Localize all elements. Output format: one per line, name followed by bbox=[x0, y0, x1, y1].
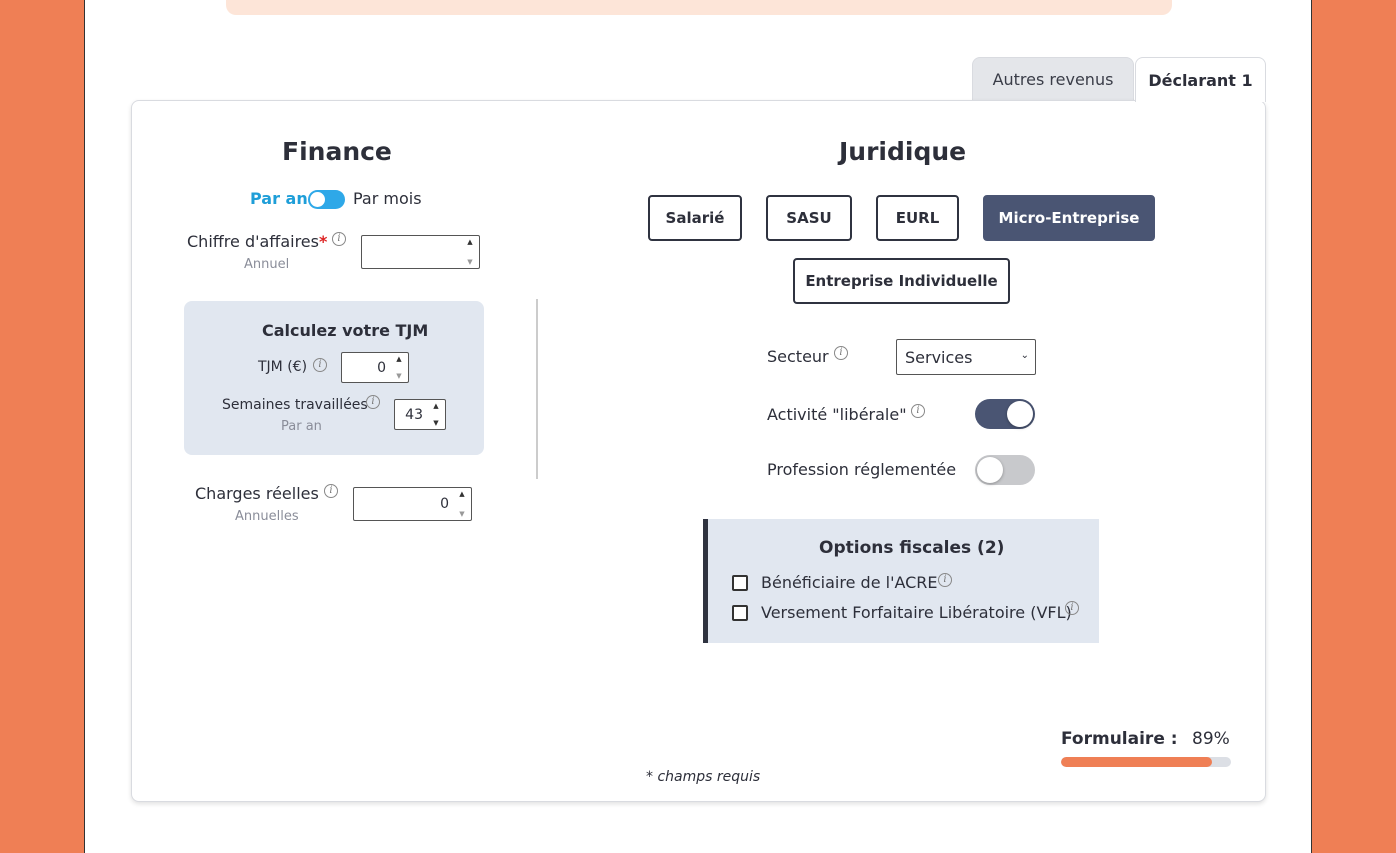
info-icon[interactable]: i bbox=[938, 573, 952, 587]
ca-label-text: Chiffre d'affaires bbox=[187, 232, 319, 251]
period-month-label[interactable]: Par mois bbox=[353, 189, 422, 208]
info-icon[interactable]: i bbox=[366, 395, 380, 409]
toggle-knob bbox=[310, 192, 325, 207]
sasu-button[interactable]: SASU bbox=[766, 195, 852, 241]
info-icon[interactable]: i bbox=[324, 484, 338, 498]
weeks-sub-label: Par an bbox=[281, 419, 322, 434]
vfl-label[interactable]: Versement Forfaitaire Libératoire (VFL) bbox=[761, 603, 1072, 622]
column-divider bbox=[536, 299, 538, 479]
fiscal-options-title: Options fiscales (2) bbox=[819, 538, 1005, 558]
form-progress-percent: 89% bbox=[1192, 729, 1230, 749]
weeks-label: Semaines travaillées bbox=[222, 397, 368, 413]
info-icon[interactable]: i bbox=[911, 404, 925, 418]
tjm-input[interactable]: 0 ▲ ▼ bbox=[341, 352, 409, 383]
secteur-label: Secteur bbox=[767, 347, 829, 366]
tjm-value: 0 bbox=[377, 359, 386, 376]
charges-input[interactable]: 0 ▲ ▼ bbox=[353, 487, 472, 521]
form-progress-label: Formulaire : bbox=[1061, 729, 1178, 749]
secteur-select[interactable]: Services ⌄ bbox=[896, 339, 1036, 375]
chevron-down-icon: ⌄ bbox=[1020, 350, 1029, 361]
required-mark: * bbox=[318, 232, 328, 251]
salarie-button[interactable]: Salarié bbox=[648, 195, 742, 241]
charges-value: 0 bbox=[440, 496, 449, 512]
liberale-label: Activité "libérale" bbox=[767, 405, 907, 424]
period-toggle[interactable] bbox=[308, 190, 345, 209]
reglementee-toggle[interactable] bbox=[975, 455, 1035, 485]
toggle-knob bbox=[977, 457, 1003, 483]
required-note: * champs requis bbox=[646, 769, 761, 785]
info-icon[interactable]: i bbox=[834, 346, 848, 360]
tjm-box-title: Calculez votre TJM bbox=[262, 321, 429, 340]
ca-sub-label: Annuel bbox=[244, 257, 290, 272]
info-icon[interactable]: i bbox=[332, 232, 346, 246]
charges-sub-label: Annuelles bbox=[235, 509, 299, 524]
tjm-calculator: Calculez votre TJM TJM (€) i 0 ▲ ▼ Semaine… bbox=[184, 301, 484, 455]
fiscal-options-box: Options fiscales (2) Bénéficiaire de l'A… bbox=[703, 519, 1099, 643]
period-year-label[interactable]: Par an bbox=[250, 189, 308, 208]
info-icon[interactable]: i bbox=[313, 358, 327, 372]
toggle-knob bbox=[1007, 401, 1033, 427]
liberale-toggle[interactable] bbox=[975, 399, 1035, 429]
spinner-arrows-icon[interactable]: ▲ ▼ bbox=[394, 355, 404, 380]
juridique-title: Juridique bbox=[839, 137, 967, 166]
tjm-label: TJM (€) bbox=[258, 359, 308, 375]
spinner-arrows-icon[interactable]: ▲ ▼ bbox=[431, 402, 441, 427]
eurl-button[interactable]: EURL bbox=[876, 195, 959, 241]
info-icon[interactable]: i bbox=[1065, 601, 1079, 615]
secteur-value: Services bbox=[905, 347, 973, 367]
finance-title: Finance bbox=[282, 137, 392, 166]
top-banner bbox=[226, 0, 1172, 15]
reglementee-label: Profession réglementée bbox=[767, 460, 957, 479]
form-progress-fill bbox=[1061, 757, 1213, 767]
form-card: Finance Par an Par mois Chiffre d'affair… bbox=[131, 100, 1266, 802]
weeks-input[interactable]: 43 ▲ ▼ bbox=[394, 399, 446, 430]
tab-declarant-1[interactable]: Déclarant 1 bbox=[1135, 57, 1266, 102]
entreprise-individuelle-button[interactable]: Entreprise Individuelle bbox=[793, 258, 1010, 304]
weeks-value: 43 bbox=[405, 406, 423, 423]
acre-label[interactable]: Bénéficiaire de l'ACRE bbox=[761, 573, 938, 592]
ca-input[interactable]: ▲ ▼ bbox=[361, 235, 480, 269]
ca-label: Chiffre d'affaires* bbox=[187, 232, 327, 251]
micro-entreprise-button[interactable]: Micro-Entreprise bbox=[983, 195, 1155, 241]
vfl-checkbox[interactable] bbox=[732, 605, 748, 621]
spinner-arrows-icon[interactable]: ▲ ▼ bbox=[457, 490, 467, 518]
charges-label: Charges réelles bbox=[195, 484, 319, 503]
page: Autres revenus Déclarant 1 Finance Par a… bbox=[84, 0, 1312, 853]
spinner-arrows-icon[interactable]: ▲ ▼ bbox=[465, 238, 475, 266]
tab-autres-revenus[interactable]: Autres revenus bbox=[972, 57, 1134, 101]
form-progress-bar bbox=[1061, 757, 1231, 767]
acre-checkbox[interactable] bbox=[732, 575, 748, 591]
